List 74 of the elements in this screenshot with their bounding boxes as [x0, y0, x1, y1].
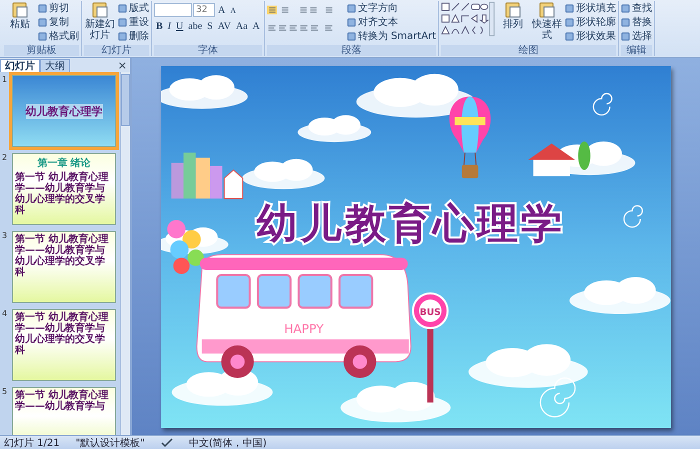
ribbon-button[interactable]: 版式	[118, 1, 149, 15]
slide-thumbnail[interactable]: 第一节 幼儿教育心理学——幼儿教育学与	[12, 387, 116, 435]
language: 中文(简体，中国)	[188, 436, 267, 449]
format-button[interactable]: U	[174, 21, 186, 32]
swirl	[540, 376, 576, 417]
font-name-field[interactable]	[154, 3, 192, 17]
thumbnail-heading: 第一节 幼儿教育心理学——幼儿教育学与幼儿心理学的交叉学科	[15, 312, 110, 356]
format-button[interactable]: B	[154, 21, 165, 32]
ribbon-button[interactable]: 选择	[621, 29, 652, 43]
ribbon-button[interactable]: 查找	[621, 1, 652, 15]
ribbon-button[interactable]: 快速样式	[531, 1, 564, 41]
format-button[interactable]: abe	[186, 21, 204, 32]
font-size-field[interactable]: 32	[193, 3, 215, 17]
ribbon-button[interactable]: 剪切	[38, 1, 79, 15]
tool-icon	[91, 1, 109, 19]
thumbnail-title: 第一章 绪论	[37, 156, 91, 170]
balloons-drawing	[167, 219, 204, 274]
ribbon-button[interactable]: 复制	[38, 15, 79, 29]
group-label: 绘图	[441, 45, 616, 56]
swirl	[592, 92, 612, 116]
format-button[interactable]: Aa	[234, 21, 250, 32]
slide-number: 2	[2, 153, 8, 164]
ribbon-button[interactable]: 新建幻灯片	[84, 1, 116, 41]
ribbon-button[interactable]: 删除	[118, 29, 149, 43]
slide-title: 幼儿教育心理学	[256, 198, 566, 247]
sign-label: BUS	[420, 306, 441, 318]
ribbon-button[interactable]: 替换	[621, 15, 652, 29]
house-drawing	[528, 140, 590, 176]
close-button[interactable]: ×	[114, 59, 130, 72]
ribbon-button[interactable]: 排列	[497, 1, 530, 30]
format-button[interactable]: A	[250, 21, 262, 32]
slide-thumbnail[interactable]: 第一节 幼儿教育心理学——幼儿教育学与幼儿心理学的交叉学科	[12, 231, 116, 303]
font-size-button[interactable]: A	[228, 6, 238, 14]
slide-thumbnail[interactable]: 第一节 幼儿教育心理学——幼儿教育学与幼儿心理学的交叉学科	[12, 309, 116, 381]
group-label: 段落	[266, 45, 436, 56]
ribbon-button[interactable]: 格式刷	[38, 29, 79, 43]
spellcheck-icon[interactable]	[160, 438, 173, 448]
group-label: 字体	[154, 45, 262, 56]
ribbon-button[interactable]: 对齐文本	[346, 15, 436, 29]
pane-tab[interactable]: 幻灯片	[0, 59, 40, 72]
shapes-gallery[interactable]	[441, 1, 496, 37]
slide-number: 4	[2, 309, 8, 320]
format-button[interactable]: AV	[216, 21, 233, 32]
bus-label: HAPPY	[284, 322, 324, 336]
thumbnail-heading: 第一节 幼儿教育心理学——幼儿教育学与幼儿心理学的交叉学科	[15, 172, 110, 216]
thumbnail-heading: 第一节 幼儿教育心理学——幼儿教育学与	[15, 390, 110, 412]
ribbon-button[interactable]: 文字方向	[346, 1, 436, 15]
slide-thumbnail[interactable]: 幼儿教育心理学	[12, 75, 116, 147]
slide-number: 1	[2, 75, 8, 86]
group-label: 幻灯片	[84, 45, 149, 56]
slide-thumbnail[interactable]: 第一章 绪论 第一节 幼儿教育心理学——幼儿教育学与幼儿心理学的交叉学科	[12, 153, 116, 225]
ribbon-button[interactable]: 形状轮廓	[565, 15, 616, 29]
ribbon-button[interactable]: 重设	[118, 15, 149, 29]
format-button[interactable]: S	[205, 21, 215, 32]
tool-icon	[11, 1, 29, 19]
group-label: 编辑	[621, 45, 652, 56]
group-label: 剪贴板	[4, 45, 79, 56]
tool-icon	[504, 1, 522, 19]
swirl	[623, 204, 643, 228]
thumbnail-heading: 第一节 幼儿教育心理学——幼儿教育学与幼儿心理学的交叉学科	[15, 234, 110, 278]
ribbon-button[interactable]: 形状效果	[565, 29, 616, 43]
font-size-button[interactable]: A	[216, 4, 228, 16]
tool-icon	[538, 1, 556, 19]
slide-counter: 幻灯片 1/21	[4, 436, 60, 449]
format-button[interactable]: I	[166, 21, 174, 32]
pane-tab[interactable]: 大纲	[40, 59, 70, 72]
theme-name: "默认设计模板"	[76, 436, 145, 449]
ribbon-button[interactable]: 粘贴	[4, 1, 36, 30]
ribbon-button[interactable]: 形状填充	[565, 1, 616, 15]
scrollbar[interactable]	[120, 72, 130, 435]
ribbon-button[interactable]: 转换为 SmartArt	[346, 29, 436, 43]
thumbnail-title: 幼儿教育心理学	[26, 104, 102, 118]
slide-number: 3	[2, 231, 8, 242]
slide-number: 5	[2, 387, 8, 398]
